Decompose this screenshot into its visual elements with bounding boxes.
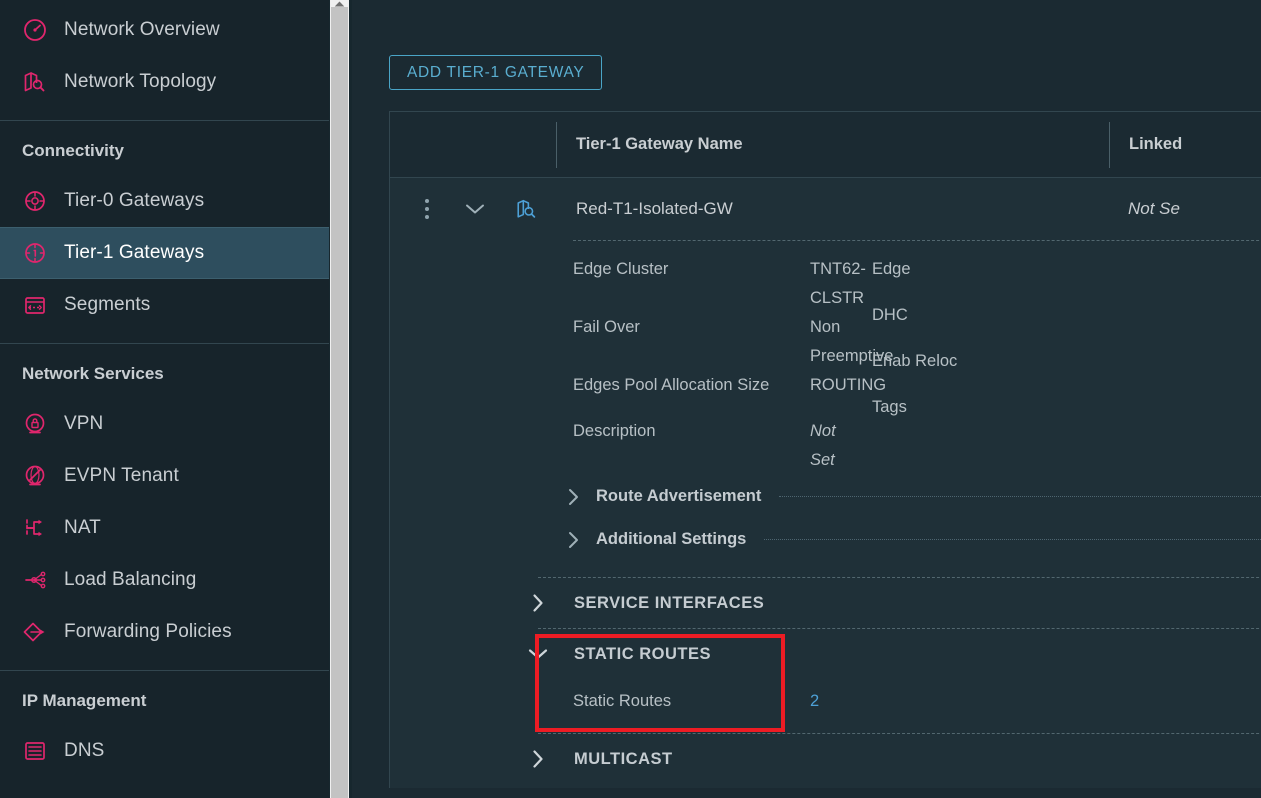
detail-row: Description Not Set: [573, 417, 836, 475]
section-service-interfaces[interactable]: SERVICE INTERFACES: [390, 578, 1261, 628]
table-header-name: Tier-1 Gateway Name: [576, 135, 743, 153]
sidebar-item-label: Forwarding Policies: [64, 621, 232, 642]
sidebar-item-label: Network Overview: [64, 19, 220, 40]
expander-dotted-rule: [764, 539, 1261, 540]
section-multicast[interactable]: MULTICAST: [390, 734, 1261, 784]
detail-label: Description: [573, 422, 656, 440]
dns-icon: [22, 738, 48, 764]
row-linked-value: Not Se: [1128, 199, 1180, 218]
section-label: STATIC ROUTES: [574, 644, 711, 663]
row-topology-map-search-icon[interactable]: [514, 196, 540, 222]
sidebar-item-network-topology[interactable]: Network Topology: [0, 56, 329, 108]
sidebar-item-load-balancing[interactable]: Load Balancing: [0, 554, 329, 606]
detail-row: DHC: [872, 301, 1261, 347]
static-routes-label: Static Routes: [573, 691, 672, 710]
section-label: MULTICAST: [574, 749, 673, 768]
expander-label: Route Advertisement: [596, 487, 762, 505]
sidebar-item-nat[interactable]: NAT: [0, 502, 329, 554]
sidebar-item-label: Tier-1 Gateways: [64, 242, 205, 263]
table-header-actions-spacer: [390, 121, 557, 168]
load-balancing-icon: [22, 567, 48, 593]
tier1-gateway-table: Tier-1 Gateway Name Linked Red-T1-Isolat…: [389, 111, 1261, 788]
vpn-lock-icon: [22, 411, 48, 437]
chevron-down-icon: [526, 642, 550, 666]
sidebar-item-tier-1-gateways[interactable]: Tier-1 Gateways: [0, 227, 329, 279]
sidebar-item-label: VPN: [64, 413, 104, 434]
static-routes-count-link[interactable]: 2: [810, 692, 819, 711]
chevron-right-icon: [562, 486, 584, 508]
sidebar-item-segments[interactable]: Segments: [0, 279, 329, 331]
row-expand-chevron-down-icon[interactable]: [462, 196, 488, 222]
expander-label: Additional Settings: [596, 530, 747, 548]
chevron-right-icon: [562, 529, 584, 551]
left-sidebar: Network Overview Network Topology Connec…: [0, 0, 329, 798]
segments-icon: [22, 292, 48, 318]
sidebar-item-evpn-tenant[interactable]: EVPN Tenant: [0, 450, 329, 502]
sidebar-section-ip-management: IP Management: [22, 691, 147, 710]
gauge-icon: [22, 17, 48, 43]
detail-label: Tags: [872, 398, 907, 416]
detail-label: Edge: [872, 260, 911, 278]
detail-row: Edge: [872, 255, 1261, 301]
scroll-up-arrow-icon[interactable]: [331, 0, 348, 7]
chevron-right-icon: [526, 747, 550, 771]
sidebar-item-label: DNS: [64, 740, 105, 761]
sidebar-item-label: Tier-0 Gateways: [64, 190, 205, 211]
sidebar-divider: [0, 343, 329, 344]
expander-dotted-rule: [779, 496, 1261, 497]
detail-column-right: Edge DHC Enab Reloc Tags: [810, 255, 1261, 475]
detail-label: Enab Reloc: [872, 352, 958, 370]
expander-route-advertisement[interactable]: Route Advertisement: [390, 475, 1261, 518]
map-search-icon: [22, 69, 48, 95]
sidebar-item-dns[interactable]: DNS: [0, 725, 329, 777]
expander-additional-settings[interactable]: Additional Settings: [390, 518, 1261, 561]
sidebar-scrollbar-thumb[interactable]: [331, 6, 348, 798]
sidebar-section-network-services: Network Services: [22, 364, 164, 383]
sidebar-item-label: NAT: [64, 517, 101, 538]
detail-label: Edges Pool Allocation Size: [573, 376, 770, 394]
sidebar-item-label: Segments: [64, 294, 151, 315]
detail-row: Edge Cluster TNT62-CLSTR: [573, 255, 866, 313]
sidebar-item-forwarding-policies[interactable]: Forwarding Policies: [0, 606, 329, 658]
row-menu-kebab-icon[interactable]: [416, 196, 438, 222]
section-label: SERVICE INTERFACES: [574, 593, 765, 612]
add-tier-1-gateway-button[interactable]: ADD TIER-1 GATEWAY: [389, 55, 603, 90]
table-header-linked: Linked: [1109, 121, 1261, 168]
sidebar-item-label: Network Topology: [64, 71, 217, 92]
detail-row: Edges Pool Allocation Size ROUTING: [573, 371, 886, 417]
forwarding-policies-icon: [22, 619, 48, 645]
static-routes-row: Static Routes 2: [390, 679, 1261, 723]
main-content: ADD TIER-1 GATEWAY Tier-1 Gateway Name L…: [352, 0, 1261, 798]
table-header-row: Tier-1 Gateway Name Linked: [390, 112, 1261, 178]
detail-label: Edge Cluster: [573, 260, 669, 278]
nat-arrow-icon: [22, 515, 48, 541]
detail-label: DHC: [872, 306, 908, 324]
row-gateway-name[interactable]: Red-T1-Isolated-GW: [557, 199, 1109, 219]
app-window: Network Overview Network Topology Connec…: [0, 0, 1261, 798]
sidebar-item-label: Load Balancing: [64, 569, 197, 590]
sidebar-item-vpn[interactable]: VPN: [0, 398, 329, 450]
sidebar-item-network-overview[interactable]: Network Overview: [0, 4, 329, 56]
sidebar-section-connectivity: Connectivity: [22, 141, 125, 160]
sidebar-item-label: EVPN Tenant: [64, 465, 179, 486]
chevron-right-icon: [526, 591, 550, 615]
detail-label: Fail Over: [573, 318, 640, 336]
detail-row: Fail Over Non Preemptive: [573, 313, 893, 371]
sidebar-divider: [0, 120, 329, 121]
tier0-gateway-icon: [22, 188, 48, 214]
row-detail-panel: Edge Cluster TNT62-CLSTR Fail Over Non P…: [390, 240, 1261, 788]
section-static-routes[interactable]: STATIC ROUTES: [390, 629, 1261, 679]
sidebar-item-tier-0-gateways[interactable]: Tier-0 Gateways: [0, 175, 329, 227]
tier1-gateway-icon: [22, 240, 48, 266]
detail-row: Tags: [872, 393, 1261, 439]
table-row[interactable]: Red-T1-Isolated-GW Not Se: [390, 178, 1261, 240]
detail-row: Enab Reloc: [872, 347, 1261, 393]
detail-grid: Edge Cluster TNT62-CLSTR Fail Over Non P…: [390, 241, 1261, 475]
detail-column-left: Edge Cluster TNT62-CLSTR Fail Over Non P…: [390, 255, 893, 475]
row-action-cell: [390, 196, 557, 222]
evpn-tenant-icon: [22, 463, 48, 489]
sidebar-divider: [0, 670, 329, 671]
